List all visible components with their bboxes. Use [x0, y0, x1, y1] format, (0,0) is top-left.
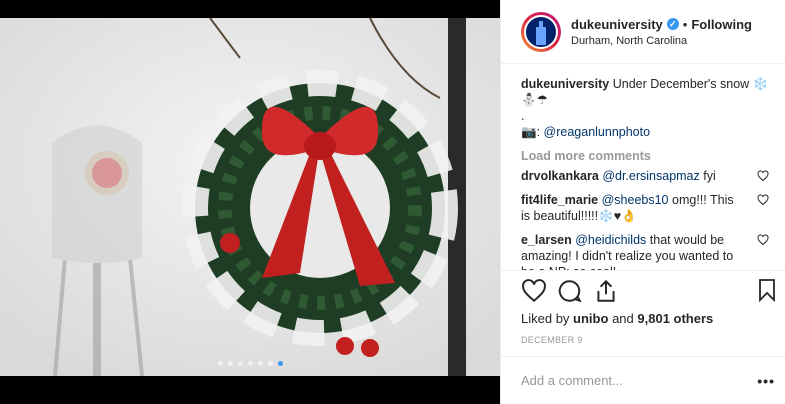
post-header: dukeuniversity ✓ • Following Durham, Nor… — [501, 0, 785, 64]
add-comment-bar: Add a comment... ••• — [501, 356, 785, 404]
caption: dukeuniversity Under December's snow ❄️ — [521, 76, 769, 92]
caption-dot: . — [521, 109, 525, 123]
duke-chapel-icon — [524, 14, 558, 49]
post-sidebar: dukeuniversity ✓ • Following Durham, Nor… — [500, 0, 785, 404]
likes-count[interactable]: 9,801 others — [637, 311, 713, 326]
post-photo[interactable] — [0, 18, 500, 376]
comment-icon[interactable] — [557, 278, 583, 304]
add-comment-input[interactable]: Add a comment... — [521, 373, 623, 388]
comment-text: fyi — [703, 169, 716, 183]
carousel-dots — [0, 361, 500, 366]
carousel-dot[interactable] — [267, 361, 273, 366]
comment-user[interactable]: drvolkankara — [521, 169, 599, 183]
carousel-dot[interactable] — [247, 361, 253, 366]
heart-icon[interactable] — [757, 194, 769, 206]
wreath-photo — [0, 18, 500, 376]
carousel-dot[interactable] — [277, 361, 283, 366]
heart-icon[interactable] — [757, 170, 769, 182]
comment-row: drvolkankara @dr.ersinsapmaz fyi — [521, 168, 769, 184]
heart-icon[interactable] — [521, 278, 547, 304]
comment-row: fit4life_marie @sheebs10 omg!!! This is … — [521, 192, 769, 224]
likes-line: Liked by unibo and 9,801 others — [521, 311, 713, 326]
comment-mention[interactable]: @dr.ersinsapmaz — [602, 169, 699, 183]
bookmark-icon[interactable] — [755, 278, 779, 302]
location-link[interactable]: Durham, North Carolina — [571, 35, 752, 47]
separator: • — [682, 16, 688, 32]
comment-row: e_larsen @heidichilds that would be amaz… — [521, 232, 769, 270]
carousel-dot[interactable] — [217, 361, 223, 366]
media-area — [0, 0, 500, 404]
comment-user[interactable]: fit4life_marie — [521, 193, 598, 207]
following-button[interactable]: Following — [691, 17, 752, 32]
carousel-dot[interactable] — [257, 361, 263, 366]
likes-user[interactable]: unibo — [573, 311, 608, 326]
action-bar — [501, 270, 785, 310]
username[interactable]: dukeuniversity — [571, 17, 663, 32]
comment-user[interactable]: e_larsen — [521, 233, 572, 247]
comment-mention[interactable]: @sheebs10 — [602, 193, 669, 207]
camera-icon: 📷: — [521, 125, 541, 139]
likes-joiner: and — [612, 311, 634, 326]
likes-prefix: Liked by — [521, 311, 570, 326]
photo-credit-link[interactable]: @reaganlunnphoto — [544, 125, 651, 139]
verified-icon: ✓ — [666, 18, 679, 30]
caption-text: Under December's snow ❄️ — [612, 77, 769, 91]
more-options-icon[interactable]: ••• — [757, 373, 775, 389]
caption-emoji: ⛄☂ — [521, 93, 548, 107]
load-more-comments[interactable]: Load more comments — [521, 148, 769, 164]
carousel-dot[interactable] — [227, 361, 233, 366]
avatar[interactable] — [521, 11, 561, 52]
comments-section: dukeuniversity Under December's snow ❄️ … — [501, 64, 785, 270]
caption-author[interactable]: dukeuniversity — [521, 77, 609, 91]
comment-mention[interactable]: @heidichilds — [575, 233, 646, 247]
heart-icon[interactable] — [757, 234, 769, 246]
post-date[interactable]: DECEMBER 9 — [521, 335, 583, 345]
share-icon[interactable] — [593, 278, 619, 304]
carousel-dot[interactable] — [237, 361, 243, 366]
